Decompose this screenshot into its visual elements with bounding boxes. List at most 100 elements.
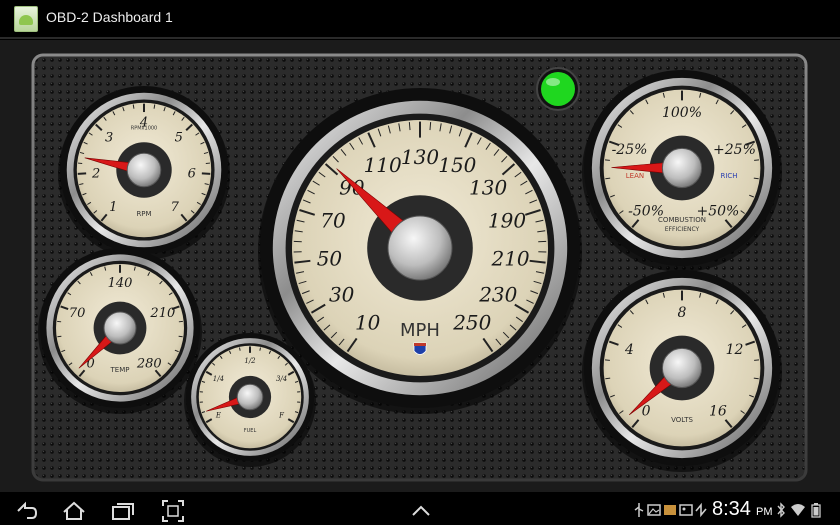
rpm-tick [153,104,156,109]
rpm-tick-label: 6 [188,166,196,181]
usb-icon [633,502,645,522]
menu-up-icon [412,505,430,516]
volts-tick-label: 16 [709,404,727,420]
efficiency-tick [604,159,610,161]
temp-gauge: 070140210280TEMP [38,248,202,414]
interstate-shield-icon [413,342,427,355]
speed-tick-label: 70 [320,209,346,233]
image-icon [679,502,693,522]
temp-unit-label: TEMP [110,366,130,374]
volts-tick [604,359,610,361]
speed-tick-label: 50 [317,247,343,271]
rpm-unit-label: RPM [136,210,151,218]
status-clock: 8:34 [712,498,751,520]
wifi-icon [790,502,806,522]
efficiency-tick-label: 100% [662,105,702,121]
app-icon [14,6,38,32]
speed-needle-hub [387,215,453,281]
status-indicator-glare [546,78,560,86]
back-button[interactable] [14,498,40,524]
efficiency-tick-label: +25% [713,142,756,158]
fuel-tick-label: 3/4 [276,375,287,383]
rpm-sub-label: RPMx1000 [131,126,158,132]
menu-button[interactable] [408,498,434,524]
speed-tick [408,122,411,131]
home-button[interactable] [60,498,88,524]
battery-icon [810,502,822,522]
temp-tick [178,335,183,338]
efficiency-gauge: -50%-25%100%+25%+50%COMBUSTIONEFFICIENCY… [582,70,782,272]
status-ampm: PM [756,506,773,518]
rpm-gauge: 1234567RPMRPMx1000 [58,86,230,260]
system-navbar: 8:34 PM [0,496,840,525]
volts-tick-label: 12 [726,342,744,358]
fuel-gauge: E1/41/23/4FFUEL [184,333,316,467]
speed-tick-label: 250 [452,311,491,335]
window-title: OBD-2 Dashboard 1 [46,9,173,25]
rpm-tick-label: 2 [91,166,100,181]
temp-tick-label: 210 [149,306,175,321]
fuel-tick-label: 1/2 [244,357,256,365]
rpm-needle-hub [126,152,162,188]
gallery-icon [647,502,661,522]
speed-tick-label: 130 [469,175,507,199]
speed-tick-label: 210 [490,247,529,271]
volts-tick [754,359,760,361]
efficiency-unit-label-2: EFFICIENCY [665,226,700,233]
fuel-tick [238,347,241,351]
speed-tick-label: 190 [488,209,526,233]
volts-needle-hub [661,347,703,389]
volts-tick-label: 4 [624,342,634,358]
status-indicator-light [541,72,575,106]
speed-tick-label: 30 [329,283,355,307]
temp-tick-label: 70 [69,306,86,321]
speed-tick-label: 150 [438,153,476,177]
efficiency-needle-hub [661,147,703,189]
temp-needle-hub [103,311,137,345]
title-bar: OBD-2 Dashboard 1 [0,0,840,39]
recent-apps-icon [112,503,134,520]
speed-gauge: 1030507090110 130 150130190210230250MPH [258,88,582,414]
dashboard: 1 2 3 4 5 6 7 RPM RPMx1000 10 30 50 70 90 110 130 150 130… [0,40,840,492]
back-icon [17,501,38,519]
volts-tick [753,377,759,380]
fuel-unit-label: FUEL [244,428,257,434]
efficiency-tick-label: -25% [612,142,648,158]
efficiency-rich-label: RICH [720,172,737,180]
volts-gauge: 0 4 8 12 16 VOLTS [582,270,782,472]
speed-unit-label: MPH [400,320,440,341]
volts-tick [605,377,611,380]
notification-app-icon [663,502,677,522]
efficiency-tick [605,177,611,180]
speed-tick-label: 10 [355,311,381,335]
temp-tick [57,335,62,338]
fuel-tick-label: 1/4 [213,375,224,383]
rpm-tick-label: 3 [105,131,113,146]
screenshot-icon [162,500,184,522]
speed-tick-label: 230 [478,283,517,307]
volts-tick-label: 8 [678,305,687,321]
speed-tick [429,122,432,131]
rpm-tick-label: 7 [171,200,180,215]
efficiency-tick [754,159,760,161]
efficiency-tick [753,177,759,180]
temp-tick-label: 280 [136,356,162,371]
volts-tick-label: 0 [642,404,651,420]
bluetooth-icon [776,502,786,522]
fuel-tick-label: E [215,412,221,420]
recent-apps-button[interactable] [110,498,136,524]
rpm-tick-label: 5 [175,131,183,146]
rpm-tick [132,104,135,109]
rpm-tick-label: 1 [109,200,117,215]
efficiency-unit-label: COMBUSTION [658,216,706,224]
sync-icon [694,502,708,522]
title-divider [0,37,840,39]
screenshot-button[interactable] [160,498,186,524]
fuel-tick [259,347,262,351]
temp-tick-label: 140 [108,276,133,291]
fuel-needle-hub [236,383,264,411]
speed-tick-label: 110 [364,153,402,177]
home-icon [63,501,85,520]
volts-unit-label: VOLTS [671,416,693,424]
speed-tick-label: 130 [401,145,439,169]
